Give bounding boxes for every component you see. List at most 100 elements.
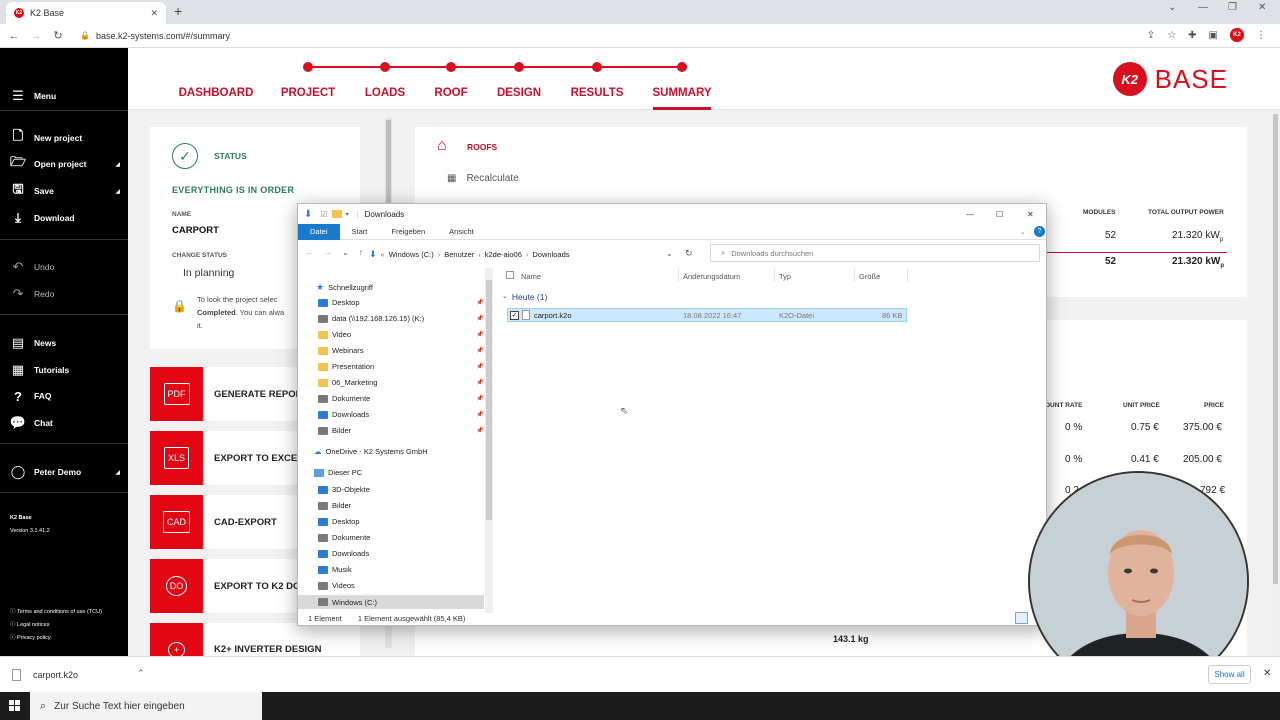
tab-ansicht[interactable]: Ansicht bbox=[437, 224, 486, 240]
show-all-button[interactable]: Show all bbox=[1208, 665, 1251, 684]
column-name[interactable]: Name bbox=[521, 272, 541, 281]
forward-icon[interactable]: → bbox=[28, 30, 44, 42]
k2-inverter-design-button[interactable]: + K2+ INVERTER DESIGN bbox=[150, 623, 360, 656]
sidebar-item-new-project[interactable]: 🗋 New project bbox=[10, 128, 82, 146]
column-size[interactable]: Größe bbox=[859, 272, 880, 281]
tab-design[interactable]: DESIGN bbox=[497, 87, 541, 99]
share-icon[interactable]: ⇪ bbox=[1147, 30, 1155, 41]
status-select[interactable]: In planning bbox=[183, 267, 234, 279]
close-shelf-icon[interactable]: ✕ bbox=[1263, 668, 1271, 679]
reload-icon[interactable]: ↻ bbox=[50, 29, 66, 42]
minimize-window-icon[interactable]: — bbox=[1198, 2, 1208, 13]
path-segment[interactable]: k2de-aio06 bbox=[485, 250, 522, 259]
tab-dashboard[interactable]: DASHBOARD bbox=[179, 87, 254, 99]
nav-scrollbar-thumb[interactable] bbox=[486, 280, 492, 520]
details-view-icon[interactable] bbox=[1015, 612, 1028, 624]
nav-item[interactable]: Dokumente 📌 bbox=[318, 394, 483, 403]
k2-base-logo[interactable]: K2 BASE bbox=[1112, 62, 1228, 96]
tab-search-icon[interactable]: ⌄ bbox=[1168, 2, 1176, 13]
new-tab-button[interactable]: + bbox=[174, 3, 182, 19]
explorer-search-input[interactable]: ⌕ Downloads durchsuchen bbox=[710, 244, 1040, 262]
sidebar-item-save[interactable]: 🖫 Save ◢ bbox=[10, 181, 126, 199]
address-bar[interactable]: 🔒 base.k2-systems.com/#/summary bbox=[80, 31, 230, 41]
ribbon-expand-icon[interactable]: ⌄ bbox=[1020, 228, 1026, 236]
nav-item[interactable]: Downloads 📌 bbox=[318, 410, 483, 419]
tab-results[interactable]: RESULTS bbox=[571, 87, 624, 99]
nav-item[interactable]: Downloads bbox=[318, 549, 369, 558]
recent-dropdown-icon[interactable]: ⌄ bbox=[342, 248, 349, 257]
sidebar-item-undo[interactable]: ↶ Undo bbox=[10, 259, 55, 275]
extensions-icon[interactable]: ✚ bbox=[1188, 30, 1196, 41]
sidebar-item-download[interactable]: ⤓ Download bbox=[10, 210, 74, 226]
path-segment[interactable]: Downloads bbox=[532, 250, 569, 259]
back-icon[interactable]: ← bbox=[6, 30, 22, 42]
nav-quick-access[interactable]: ★ Schnellzugriff bbox=[316, 282, 373, 293]
nav-item[interactable]: 3D-Objekte bbox=[318, 485, 370, 494]
tab-freigeben[interactable]: Freigeben bbox=[379, 224, 437, 240]
nav-pane-scrollbar[interactable] bbox=[485, 268, 493, 613]
menu-button[interactable]: ☰ Menu bbox=[10, 88, 56, 104]
nav-item[interactable]: Musik bbox=[318, 565, 352, 574]
nav-item[interactable]: data (\\192.168.126.15) (K:) 📌 bbox=[318, 314, 483, 323]
link-privacy[interactable]: ⓘ Privacy policy bbox=[10, 633, 51, 641]
bookmark-star-icon[interactable]: ☆ bbox=[1167, 30, 1176, 41]
nav-this-pc[interactable]: Dieser PC bbox=[314, 468, 362, 477]
download-file-name[interactable]: carport.k2o bbox=[33, 670, 78, 680]
taskbar-search-input[interactable]: ⌕ Zur Suche Text hier eingeben bbox=[30, 692, 262, 720]
page-scrollbar-thumb[interactable] bbox=[1273, 114, 1278, 584]
tab-summary[interactable]: SUMMARY bbox=[653, 87, 712, 99]
link-terms[interactable]: ⓘ Terms and conditions of use (TCU) bbox=[10, 607, 102, 615]
nav-item[interactable]: Bilder 📌 bbox=[318, 426, 483, 435]
sidebar-item-chat[interactable]: 💬 Chat bbox=[10, 415, 53, 431]
sidebar-item-user[interactable]: ◯ Peter Demo ◢ bbox=[10, 464, 126, 480]
restore-window-icon[interactable]: ❐ bbox=[1228, 2, 1237, 13]
tab-start[interactable]: Start bbox=[340, 224, 380, 240]
tab-project[interactable]: PROJECT bbox=[281, 87, 335, 99]
forward-arrow-icon[interactable]: → bbox=[324, 248, 332, 257]
path-segment[interactable]: Windows (C:) bbox=[389, 250, 434, 259]
nav-item[interactable]: Bilder bbox=[318, 501, 351, 510]
nav-item[interactable]: Video 📌 bbox=[318, 330, 483, 339]
group-header-today[interactable]: ⌄ Heute (1) bbox=[502, 292, 547, 302]
tab-loads[interactable]: LOADS bbox=[365, 87, 405, 99]
file-row[interactable]: ✓ carport.k2o 18.08.2022 16:47 K2O-Datei… bbox=[507, 308, 907, 322]
sidebar-item-news[interactable]: ▤ News bbox=[10, 335, 56, 351]
path-segment[interactable]: Benutzer bbox=[444, 250, 474, 259]
tab-datei[interactable]: Datei bbox=[298, 223, 340, 240]
download-options-chevron-icon[interactable]: ⌃ bbox=[137, 668, 145, 679]
nav-item[interactable]: Videos bbox=[318, 581, 355, 590]
explorer-address-bar[interactable]: ⬇ « Windows (C:) › Benutzer › k2de-aio06… bbox=[368, 246, 678, 262]
back-arrow-icon[interactable]: ← bbox=[306, 248, 314, 257]
sidebar-item-redo[interactable]: ↷ Redo bbox=[10, 286, 55, 302]
browser-tab[interactable]: K2 K2 Base ✕ bbox=[6, 2, 166, 24]
sidebar-item-faq[interactable]: ? FAQ bbox=[10, 388, 51, 404]
up-arrow-icon[interactable]: ↑ bbox=[359, 248, 363, 257]
close-window-icon[interactable]: ✕ bbox=[1258, 2, 1266, 13]
close-tab-icon[interactable]: ✕ bbox=[150, 8, 158, 19]
maximize-icon[interactable]: ☐ bbox=[996, 210, 1003, 219]
nav-item[interactable]: Dokumente bbox=[318, 533, 370, 542]
select-all-checkbox[interactable] bbox=[506, 271, 514, 279]
minimize-icon[interactable]: — bbox=[966, 210, 974, 219]
nav-item[interactable]: Webinars 📌 bbox=[318, 346, 483, 355]
nav-onedrive[interactable]: ☁ OneDrive - K2 Systems GmbH bbox=[314, 447, 428, 456]
nav-item[interactable]: 06_Marketing 📌 bbox=[318, 378, 483, 387]
nav-item[interactable]: Desktop bbox=[318, 517, 360, 526]
nav-item[interactable]: Presentation 📌 bbox=[318, 362, 483, 371]
tab-roof[interactable]: ROOF bbox=[434, 87, 467, 99]
nav-item[interactable]: Desktop 📌 bbox=[318, 298, 483, 307]
file-checkbox[interactable]: ✓ bbox=[510, 311, 519, 320]
refresh-icon[interactable]: ↻ bbox=[685, 248, 693, 259]
help-icon[interactable]: ? bbox=[1034, 226, 1045, 237]
profile-avatar[interactable]: K2 bbox=[1230, 28, 1244, 42]
sidebar-item-open-project[interactable]: 🗁 Open project ◢ bbox=[10, 154, 126, 172]
sidepanel-icon[interactable]: ▣ bbox=[1209, 30, 1218, 41]
column-type[interactable]: Typ bbox=[779, 272, 791, 281]
link-legal[interactable]: ⓘ Legal notices bbox=[10, 620, 49, 628]
windows-start-icon[interactable] bbox=[9, 700, 20, 711]
close-icon[interactable]: ✕ bbox=[1027, 210, 1034, 219]
recalculate-button[interactable]: ▦ Recalculate bbox=[447, 173, 519, 184]
qat-dropdown-icon[interactable]: ▾ bbox=[346, 211, 349, 218]
sidebar-item-tutorials[interactable]: ▦ Tutorials bbox=[10, 362, 69, 378]
path-dropdown-icon[interactable]: ⌄ bbox=[666, 249, 673, 258]
